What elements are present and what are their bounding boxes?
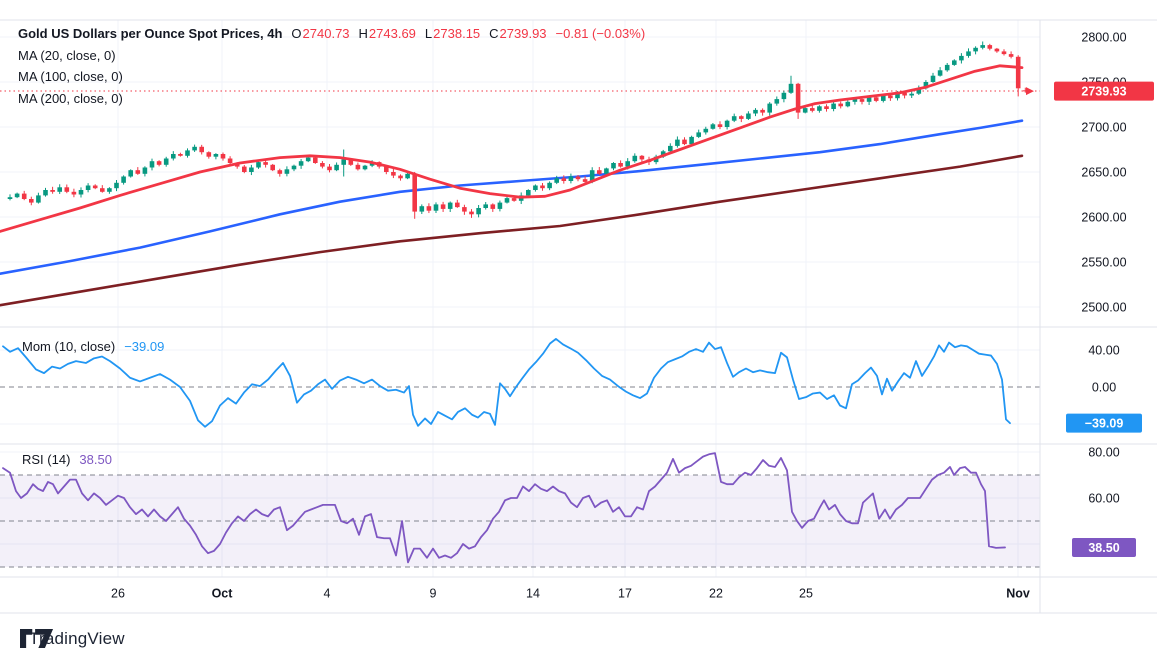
momentum-tick-label: 0.00 — [1092, 381, 1116, 395]
ma20-legend-row[interactable]: MA (20, close, 0) — [18, 45, 645, 67]
price-change: −0.81 (−0.03%) — [556, 23, 646, 45]
time-tick-label: 9 — [430, 587, 437, 601]
rsi-band — [0, 475, 1040, 567]
symbol-legend-row[interactable]: Gold US Dollars per Ounce Spot Prices, 4… — [18, 23, 645, 45]
time-tick-label: Oct — [212, 587, 234, 601]
time-tick-label: 14 — [526, 587, 540, 601]
rsi-tick-label: 60.00 — [1088, 492, 1119, 506]
time-tick-label: Nov — [1006, 587, 1030, 601]
time-tick-label: 26 — [111, 587, 125, 601]
time-axis[interactable]: 26 Oct 4 9 14 17 22 25 Nov — [111, 587, 1030, 601]
ohlc-high: H2743.69 — [359, 23, 416, 45]
chart-title: Gold US Dollars per Ounce Spot Prices, 4… — [18, 23, 282, 45]
rsi-badge: 38.50 — [1072, 538, 1136, 557]
price-badge: 2739.93 — [1054, 82, 1154, 101]
time-tick-label: 25 — [799, 587, 813, 601]
ohlc-low: L2738.15 — [425, 23, 480, 45]
momentum-badge: −39.09 — [1066, 414, 1142, 433]
price-tick-label: 2700.00 — [1081, 121, 1126, 135]
time-tick-label: 17 — [618, 587, 632, 601]
price-tick-label: 2550.00 — [1081, 256, 1126, 270]
rsi-indicator-value: 38.50 — [79, 452, 112, 467]
svg-text:2739.93: 2739.93 — [1081, 85, 1126, 99]
trading-chart: 2800.002750.002700.002650.002600.002550.… — [0, 0, 1157, 661]
time-tick-label: 4 — [324, 587, 331, 601]
price-tick-label: 2500.00 — [1081, 301, 1126, 315]
momentum-indicator-value: −39.09 — [124, 339, 164, 354]
svg-text:38.50: 38.50 — [1088, 541, 1119, 555]
rsi-indicator-name: RSI (14) — [22, 452, 70, 467]
rsi-tick-label: 80.00 — [1088, 446, 1119, 460]
time-tick-label: 22 — [709, 587, 723, 601]
momentum-legend-row[interactable]: Mom (10, close) −39.09 — [22, 339, 164, 354]
price-tick-label: 2800.00 — [1081, 31, 1126, 45]
ma200-legend-row[interactable]: MA (200, close, 0) — [18, 88, 645, 110]
ohlc-close: C2739.93 — [489, 23, 546, 45]
momentum-indicator-name: Mom (10, close) — [22, 339, 115, 354]
price-tick-label: 2650.00 — [1081, 166, 1126, 180]
ma100-legend-row[interactable]: MA (100, close, 0) — [18, 66, 645, 88]
ohlc-open: O2740.73 — [291, 23, 349, 45]
price-axis[interactable]: 2800.002750.002700.002650.002600.002550.… — [1081, 31, 1126, 506]
price-tick-label: 2600.00 — [1081, 211, 1126, 225]
rsi-legend-row[interactable]: RSI (14) 38.50 — [22, 452, 112, 467]
momentum-tick-label: 40.00 — [1088, 344, 1119, 358]
ma200-line — [0, 156, 1022, 305]
svg-text:−39.09: −39.09 — [1085, 417, 1124, 431]
tradingview-logo[interactable]: TradingView — [20, 629, 125, 649]
main-legend: Gold US Dollars per Ounce Spot Prices, 4… — [18, 23, 645, 109]
